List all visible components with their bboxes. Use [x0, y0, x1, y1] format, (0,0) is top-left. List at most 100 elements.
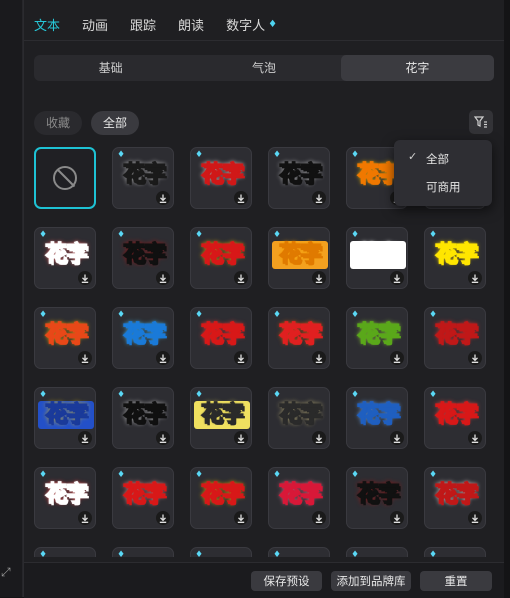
fancy-text-cell[interactable]: ♦花字 [112, 147, 174, 209]
fancy-text-cell[interactable]: ♦花字 [34, 227, 96, 289]
fancy-text-cell[interactable]: ♦ [346, 547, 408, 557]
tab-digital-human[interactable]: 数字人 ♦ [226, 14, 277, 34]
add-to-brand-library-button[interactable]: 添加到品牌库 [331, 571, 411, 591]
fancy-text-cell[interactable]: ♦花字 [268, 227, 330, 289]
fancy-text-preview: 花字 [122, 241, 166, 267]
premium-diamond-icon: ♦ [117, 470, 126, 480]
download-icon [234, 351, 248, 365]
save-preset-button[interactable]: 保存预设 [251, 571, 322, 591]
filter-dropdown-menu: ✓ 全部 可商用 [394, 140, 492, 206]
premium-diamond-icon: ♦ [351, 150, 360, 160]
premium-diamond-icon: ♦ [273, 230, 282, 240]
download-icon [390, 271, 404, 285]
premium-diamond-icon: ♦ [195, 310, 204, 320]
premium-diamond-icon: ♦ [273, 550, 282, 558]
segment-fancy-text[interactable]: 花字 [340, 55, 494, 81]
fancy-text-cell[interactable]: ♦花字 [112, 387, 174, 449]
tab-read-aloud[interactable]: 朗读 [178, 14, 204, 34]
fancy-text-cell[interactable]: ♦花字 [268, 147, 330, 209]
fancy-text-preview: 花字 [122, 321, 166, 347]
fancy-text-cell[interactable]: ♦ [424, 547, 486, 557]
fancy-text-cell[interactable]: ♦花字 [424, 387, 486, 449]
filter-option-all[interactable]: ✓ 全部 [394, 147, 492, 169]
premium-diamond-icon: ♦ [117, 230, 126, 240]
download-icon [390, 351, 404, 365]
filter-icon [474, 116, 487, 128]
fancy-text-preview: 花字 [278, 401, 322, 427]
fancy-text-cell[interactable]: ♦花字 [190, 387, 252, 449]
premium-diamond-icon: ♦ [351, 550, 360, 558]
premium-diamond-icon: ♦ [39, 550, 48, 558]
fancy-text-cell[interactable]: ♦花字 [346, 307, 408, 369]
download-icon [156, 351, 170, 365]
premium-diamond-icon: ♦ [273, 310, 282, 320]
fancy-text-preview: 花字 [272, 241, 328, 269]
premium-diamond-icon: ♦ [429, 390, 438, 400]
fancy-text-cell[interactable]: ♦ [268, 547, 330, 557]
fancy-text-preview: 花字 [200, 161, 244, 187]
fancy-text-cell[interactable]: ♦花字 [424, 227, 486, 289]
fancy-text-cell[interactable]: ♦花字 [346, 467, 408, 529]
no-effect-cell[interactable] [34, 147, 96, 209]
fancy-text-grid: ♦ 花字 ♦ 花字 ♦ 花字 ♦ 花字 ♦ 花字 ♦ 花字 ♦ 花字 ♦ 花字 ♦ 花字 ♦ 花字 ♦ 花字 ♦ 花字 ♦ 花字 ♦… [34, 147, 504, 557]
tab-text[interactable]: 文本 [34, 14, 60, 34]
fancy-text-cell[interactable]: ♦花字 [424, 467, 486, 529]
fancy-text-cell[interactable]: ♦花字 [424, 307, 486, 369]
fancy-text-cell[interactable]: ♦花字 [190, 307, 252, 369]
premium-diamond-icon: ♦ [429, 230, 438, 240]
fancy-text-cell[interactable]: ♦花字 [190, 467, 252, 529]
fancy-text-cell[interactable]: ♦花字 [112, 307, 174, 369]
download-icon [234, 511, 248, 525]
premium-diamond-icon: ♦ [351, 230, 360, 240]
fancy-text-preview: 花字 [434, 321, 478, 347]
fancy-text-cell[interactable]: ♦花字 [190, 147, 252, 209]
divider [24, 40, 504, 41]
fancy-text-cell[interactable]: ♦花字 [268, 307, 330, 369]
fancy-text-cell[interactable]: ♦花字 [346, 227, 408, 289]
fancy-text-preview: 花字 [356, 481, 400, 507]
premium-diamond-icon: ♦ [273, 150, 282, 160]
premium-diamond-icon: ♦ [195, 390, 204, 400]
tab-animation[interactable]: 动画 [82, 14, 108, 34]
fancy-text-preview: 花字 [44, 241, 88, 267]
download-icon [234, 271, 248, 285]
filter-option-commercial[interactable]: 可商用 [394, 175, 492, 197]
fancy-text-cell[interactable]: ♦花字 [34, 307, 96, 369]
fancy-text-cell[interactable]: ♦ [190, 547, 252, 557]
fancy-text-preview: 花字 [44, 481, 88, 507]
fancy-text-cell[interactable]: ♦花字 [34, 467, 96, 529]
tab-tracking[interactable]: 跟踪 [130, 14, 156, 34]
fancy-text-cell[interactable]: ♦花字 [346, 387, 408, 449]
expand-icon[interactable]: ⤢ [1, 565, 11, 580]
premium-diamond-icon: ♦ [117, 390, 126, 400]
premium-diamond-icon: ♦ [117, 550, 126, 558]
fancy-text-preview: 花字 [278, 481, 322, 507]
filter-button[interactable] [469, 110, 493, 134]
reset-button[interactable]: 重置 [420, 571, 492, 591]
fancy-text-preview: 花字 [122, 481, 166, 507]
download-icon [234, 191, 248, 205]
fancy-text-cell[interactable]: ♦ [112, 547, 174, 557]
fancy-text-preview: 花字 [38, 401, 94, 429]
fancy-text-cell[interactable]: ♦花字 [112, 227, 174, 289]
premium-diamond-icon: ♦ [195, 150, 204, 160]
premium-diamond-icon: ♦ [39, 230, 48, 240]
premium-diamond-icon: ♦ [351, 310, 360, 320]
fancy-text-cell[interactable]: ♦花字 [190, 227, 252, 289]
download-icon [312, 431, 326, 445]
fancy-text-cell[interactable]: ♦花字 [34, 387, 96, 449]
all-chip[interactable]: 全部 [91, 111, 140, 135]
premium-diamond-icon: ♦ [117, 150, 126, 160]
premium-diamond-icon: ♦ [195, 230, 204, 240]
fancy-text-cell[interactable]: ♦花字 [112, 467, 174, 529]
download-icon [78, 511, 92, 525]
premium-diamond-icon: ♦ [351, 470, 360, 480]
favorites-chip[interactable]: 收藏 [34, 111, 83, 135]
fancy-text-cell[interactable]: ♦ [34, 547, 96, 557]
premium-diamond-icon: ♦ [195, 550, 204, 558]
download-icon [312, 271, 326, 285]
segment-basic[interactable]: 基础 [34, 55, 187, 81]
segment-bubble[interactable]: 气泡 [187, 55, 340, 81]
fancy-text-cell[interactable]: ♦花字 [268, 467, 330, 529]
fancy-text-cell[interactable]: ♦花字 [268, 387, 330, 449]
